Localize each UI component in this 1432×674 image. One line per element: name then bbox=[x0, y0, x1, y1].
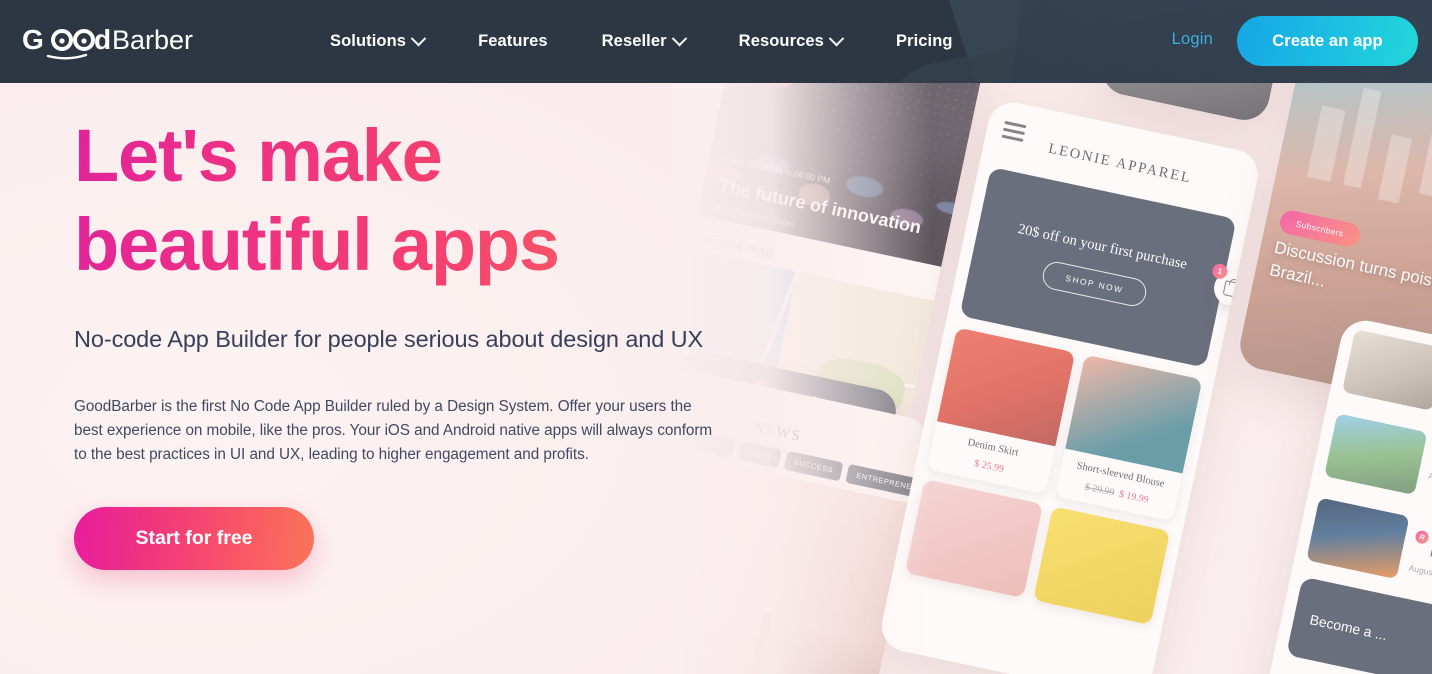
shopping-bag-icon bbox=[1222, 279, 1240, 298]
hero-section: 08 MARCH From 08:00 AM to 06:00 PM The f… bbox=[0, 83, 1432, 674]
chevron-down-icon bbox=[410, 30, 427, 47]
nav-item-features[interactable]: Features bbox=[478, 32, 548, 51]
svg-text:Barber: Barber bbox=[112, 25, 193, 55]
news-chip: SUCCESS bbox=[783, 450, 844, 482]
main-nav: Solutions Features Reseller Resources Pr… bbox=[330, 0, 953, 83]
article-date: August 27th bbox=[1427, 470, 1432, 490]
goodbarber-logo[interactable]: G d Barber bbox=[22, 22, 202, 62]
app-mockup-collage: 08 MARCH From 08:00 AM to 06:00 PM The f… bbox=[672, 83, 1432, 674]
chevron-down-icon bbox=[828, 30, 845, 47]
article-thumbnail bbox=[1324, 413, 1428, 496]
product-image bbox=[1032, 506, 1171, 626]
bridge-tower bbox=[745, 613, 773, 674]
source-badge-icon: R bbox=[1414, 528, 1430, 545]
nav-item-reseller[interactable]: Reseller bbox=[601, 30, 687, 51]
product-card: Denim Skirt $ 25.99 bbox=[926, 327, 1075, 495]
hero-body-text: GoodBarber is the first No Code App Buil… bbox=[74, 398, 713, 463]
goodbarber-logo-icon: G d Barber bbox=[22, 24, 193, 60]
nav-item-label: Resources bbox=[738, 32, 824, 50]
hero-subheading: No-code App Builder for people serious a… bbox=[74, 326, 704, 352]
product-grid: Denim Skirt $ 25.99 Short-sleeved Blouse… bbox=[891, 313, 1217, 639]
nav-item-label: Pricing bbox=[895, 32, 953, 50]
mockup-photo-card bbox=[1097, 83, 1304, 125]
beach-sand bbox=[672, 659, 870, 674]
product-image bbox=[904, 478, 1043, 598]
chevron-down-icon bbox=[671, 30, 687, 47]
nav-item-label: Solutions bbox=[330, 32, 407, 50]
page-title: Let's make beautiful apps bbox=[74, 111, 724, 289]
nav-item-label: Features bbox=[478, 32, 548, 50]
shop-promo-text: 20$ off on your first purchase bbox=[1016, 220, 1189, 273]
product-card: Short-sleeved Blouse $ 29.99 $ 19.99 bbox=[1054, 354, 1203, 522]
product-new-price: $ 19.99 bbox=[1117, 488, 1150, 506]
article-date: August 28th bbox=[1407, 562, 1432, 581]
site-header: G d Barber Solutions Features Reseller R… bbox=[0, 0, 1432, 83]
article-thumbnail bbox=[1342, 329, 1432, 411]
photo-image bbox=[1097, 83, 1304, 125]
nav-item-label: Reseller bbox=[601, 32, 667, 50]
create-an-app-button[interactable]: Create an app bbox=[1237, 16, 1418, 66]
nav-item-resources[interactable]: Resources bbox=[738, 30, 845, 51]
nav-item-pricing[interactable]: Pricing bbox=[896, 32, 953, 51]
start-for-free-button[interactable]: Start for free bbox=[74, 507, 314, 570]
product-old-price: $ 29.99 bbox=[1083, 481, 1116, 499]
svg-text:d: d bbox=[94, 24, 111, 55]
product-card bbox=[904, 478, 1043, 598]
article-thumbnail bbox=[1306, 497, 1410, 580]
nav-item-solutions[interactable]: Solutions bbox=[330, 30, 427, 51]
hero-copy: Let's make beautiful apps No-code App Bu… bbox=[74, 111, 724, 570]
login-link[interactable]: Login bbox=[1172, 30, 1213, 49]
shop-now-button: SHOP NOW bbox=[1040, 258, 1149, 309]
product-card bbox=[1032, 506, 1171, 626]
news-chip: TECH bbox=[737, 441, 782, 469]
svg-text:G: G bbox=[22, 24, 44, 55]
